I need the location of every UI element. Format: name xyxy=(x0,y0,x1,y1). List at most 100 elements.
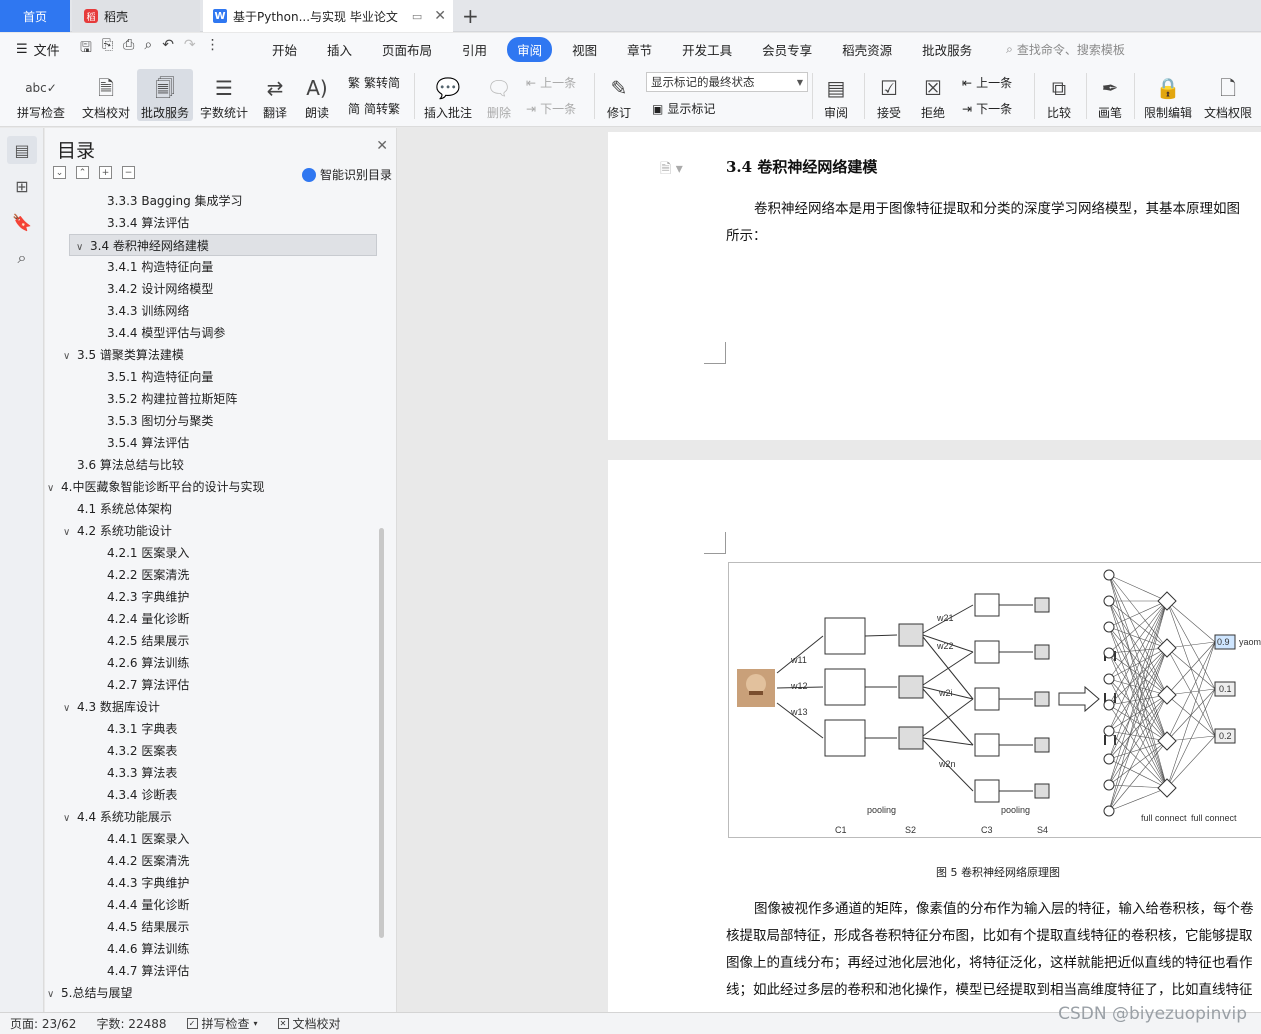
chevron-down-icon[interactable]: ∨ xyxy=(63,808,77,830)
search-icon[interactable]: ⌕ xyxy=(7,244,37,272)
menu-item[interactable]: 插入 xyxy=(317,37,362,62)
delete-comment-button[interactable]: 🗨 删除 xyxy=(480,69,518,121)
translate-button[interactable]: ⇄ 翻译 xyxy=(256,69,294,121)
tab-home[interactable]: 首页 xyxy=(0,0,70,32)
menu-item[interactable]: 稻壳资源 xyxy=(832,37,902,62)
restrict-edit-button[interactable]: 🔒 限制编辑 xyxy=(1140,69,1196,121)
toc-item[interactable]: ∨ 4.2 系统功能设计 xyxy=(45,520,172,542)
show-markup-button[interactable]: ▣ 显示标记 xyxy=(652,100,715,117)
chevron-down-icon[interactable]: ∨ xyxy=(47,984,61,1006)
redo-icon[interactable]: ↷ xyxy=(184,37,196,61)
collapse-up-icon[interactable]: ⌃ xyxy=(76,166,89,179)
close-icon[interactable]: ✕ xyxy=(376,138,388,154)
tab-pin-icon[interactable]: ▭ xyxy=(412,10,422,23)
toc-item[interactable]: ∨ 4.3 数据库设计 xyxy=(45,696,160,718)
proofread-status[interactable]: ✕ 文档校对 xyxy=(268,1015,351,1032)
print-icon[interactable]: ⎙ xyxy=(123,37,134,61)
toc-item[interactable]: 4.3.3 算法表 xyxy=(45,762,177,784)
undo-icon[interactable]: ↶ xyxy=(162,37,174,61)
toc-item[interactable]: 4.2.6 算法训练 xyxy=(45,652,189,674)
tab-document[interactable]: W 基于Python...与实现 毕业论文 ▭ ✕ xyxy=(203,0,453,32)
expand-down-icon[interactable]: ⌄ xyxy=(53,166,66,179)
menu-item[interactable]: 开发工具 xyxy=(672,37,742,62)
prev-comment-button[interactable]: ⇤ 上一条 xyxy=(526,74,576,91)
toc-item[interactable]: 4.3.2 医案表 xyxy=(45,740,177,762)
toc-item[interactable]: 4.4.6 算法训练 xyxy=(45,938,189,960)
track-changes-button[interactable]: ✎ 修订 xyxy=(600,69,638,121)
markup-state-select[interactable]: 显示标记的最终状态 ▼ xyxy=(646,72,808,92)
simp-to-trad-button[interactable]: 简简转繁 xyxy=(348,100,400,117)
toc-item[interactable]: 4.4.7 算法评估 xyxy=(45,960,189,982)
menu-item[interactable]: 页面布局 xyxy=(372,37,442,62)
chevron-down-icon[interactable]: ∨ xyxy=(63,698,77,720)
insert-comment-button[interactable]: 💬 插入批注 xyxy=(420,69,476,121)
toc-item[interactable]: 4.4.5 结果展示 xyxy=(45,916,189,938)
next-comment-button[interactable]: ⇥ 下一条 xyxy=(526,100,576,117)
word-count[interactable]: 字数: 22488 xyxy=(86,1015,176,1032)
menu-item[interactable]: 批改服务 xyxy=(912,37,982,62)
close-icon[interactable]: ✕ xyxy=(434,8,446,24)
toc-item[interactable]: 4.2.1 医案录入 xyxy=(45,542,189,564)
spellcheck-status[interactable]: ✓ 拼写检查 ▾ xyxy=(177,1015,268,1032)
print-preview-icon[interactable]: ⌕ xyxy=(144,37,152,61)
file-menu[interactable]: ☰ 文件 xyxy=(0,40,76,59)
toc-item[interactable]: ∨ 5.总结与展望 xyxy=(45,982,132,1004)
pen-button[interactable]: ✒ 画笔 xyxy=(1092,69,1128,121)
toc-item[interactable]: ∨ 3.4 卷积神经网络建模 xyxy=(69,234,377,256)
toc-item[interactable]: 4.1 系统总体架构 xyxy=(45,498,172,520)
menu-item[interactable]: 开始 xyxy=(262,37,307,62)
expand-all-icon[interactable]: + xyxy=(99,166,112,179)
chevron-down-icon[interactable]: ∨ xyxy=(63,346,77,368)
more-icon[interactable]: ⋮ xyxy=(206,37,220,61)
chevron-down-icon[interactable]: ∨ xyxy=(63,522,77,544)
accept-button[interactable]: ☑ 接受 xyxy=(870,69,908,121)
toc-item[interactable]: 4.4.1 医案录入 xyxy=(45,828,189,850)
bookmark-icon[interactable]: 🔖 xyxy=(7,208,37,236)
toc-item[interactable]: 3.3.3 Bagging 集成学习 xyxy=(45,190,243,212)
collapse-all-icon[interactable]: − xyxy=(122,166,135,179)
menu-item[interactable]: 审阅 xyxy=(507,36,553,62)
tab-daoke[interactable]: 稻 稻壳 xyxy=(72,0,200,32)
compare-button[interactable]: ⧉ 比较 xyxy=(1040,69,1078,121)
toc-item[interactable]: 4.4.4 量化诊断 xyxy=(45,894,189,916)
save-icon[interactable]: 🖫 xyxy=(80,37,92,61)
menu-item[interactable]: 会员专享 xyxy=(752,37,822,62)
review-service-button[interactable]: 🗐 批改服务 xyxy=(137,69,193,121)
toc-item[interactable]: 4.4.3 字典维护 xyxy=(45,872,189,894)
word-count-button[interactable]: ☰ 字数统计 xyxy=(196,69,252,121)
menu-item[interactable]: 视图 xyxy=(562,37,607,62)
doc-check-button[interactable]: 🗎 文档校对 xyxy=(78,69,134,121)
toc-item[interactable]: 3.4.1 构造特征向量 xyxy=(45,256,213,278)
next-change-button[interactable]: ⇥ 下一条 xyxy=(962,100,1012,117)
export-icon[interactable]: ⎘ xyxy=(102,37,113,61)
toc-panel-icon[interactable]: ▤ xyxy=(7,136,37,164)
toc-item[interactable]: 3.5.3 图切分与聚类 xyxy=(45,410,213,432)
toc-item[interactable]: 3.5.2 构建拉普拉斯矩阵 xyxy=(45,388,237,410)
toc-item[interactable]: 4.4.2 医案清洗 xyxy=(45,850,189,872)
toc-scrollbar[interactable] xyxy=(379,528,384,938)
toc-item[interactable]: ∨ 3.5 谱聚类算法建模 xyxy=(45,344,184,366)
spellcheck-button[interactable]: abc✓ 拼写检查 xyxy=(10,69,72,121)
toc-item[interactable]: 3.4.2 设计网络模型 xyxy=(45,278,213,300)
toc-item[interactable]: 4.2.2 医案清洗 xyxy=(45,564,189,586)
new-tab-button[interactable]: + xyxy=(462,4,479,28)
page-indicator[interactable]: 页面: 23/62 xyxy=(0,1015,86,1032)
page-icon[interactable]: 🗎 ▾ xyxy=(660,158,683,182)
toc-item[interactable]: 3.5.4 算法评估 xyxy=(45,432,189,454)
toc-item[interactable]: 4.3.1 字典表 xyxy=(45,718,177,740)
toc-item[interactable]: 3.3.4 算法评估 xyxy=(45,212,189,234)
prev-change-button[interactable]: ⇤ 上一条 xyxy=(962,74,1012,91)
reject-button[interactable]: ☒ 拒绝 xyxy=(914,69,952,121)
menu-item[interactable]: 引用 xyxy=(452,37,497,62)
toc-item[interactable]: 4.2.7 算法评估 xyxy=(45,674,189,696)
toc-item[interactable]: ∨ 4.中医藏象智能诊断平台的设计与实现 xyxy=(45,476,264,498)
toc-item[interactable]: 3.4.4 模型评估与调参 xyxy=(45,322,225,344)
menu-item[interactable]: 章节 xyxy=(617,37,662,62)
trad-to-simp-button[interactable]: 繁繁转简 xyxy=(348,74,400,91)
toc-item[interactable]: 4.2.5 结果展示 xyxy=(45,630,189,652)
toc-item[interactable]: ∨ 4.4 系统功能展示 xyxy=(45,806,172,828)
toc-item[interactable]: 4.2.4 量化诊断 xyxy=(45,608,189,630)
command-search[interactable]: ⌕ 查找命令、搜索模板 xyxy=(1006,41,1125,58)
navigation-icon[interactable]: ⊞ xyxy=(7,172,37,200)
review-pane-button[interactable]: ▤ 审阅 xyxy=(816,69,856,121)
